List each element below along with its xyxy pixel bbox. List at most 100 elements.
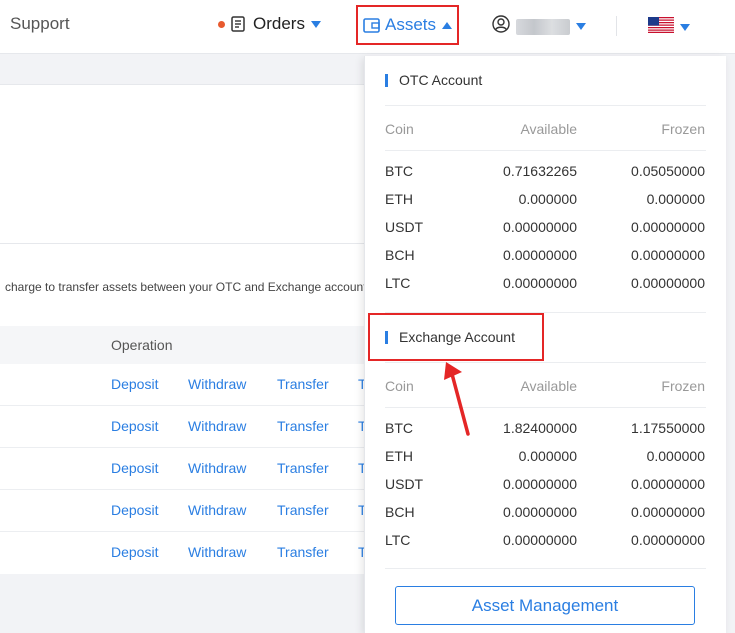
- row-divider: [0, 531, 364, 532]
- row-divider: [0, 405, 364, 406]
- frozen-value: 0.00000000: [631, 476, 705, 492]
- available-value: 0.00000000: [503, 504, 577, 520]
- deposit-link[interactable]: Deposit: [111, 502, 158, 518]
- coin-name: LTC: [385, 275, 411, 291]
- deposit-link[interactable]: Deposit: [111, 376, 158, 392]
- language-selector[interactable]: [648, 17, 690, 38]
- row-divider: [0, 489, 364, 490]
- deposit-link[interactable]: Deposit: [111, 418, 158, 434]
- table-row: Deposit Withdraw Transfer T: [0, 460, 367, 480]
- available-value: 0.00000000: [503, 476, 577, 492]
- frozen-value: 0.000000: [646, 448, 705, 464]
- transfer-link[interactable]: Transfer: [277, 544, 329, 560]
- table-header: [0, 326, 364, 364]
- orders-status-dot: [218, 20, 225, 28]
- coin-name: BTC: [385, 163, 413, 179]
- support-link[interactable]: Support: [10, 14, 70, 34]
- transfer-link[interactable]: Transfer: [277, 460, 329, 476]
- withdraw-link[interactable]: Withdraw: [188, 418, 246, 434]
- transfer-link[interactable]: Transfer: [277, 502, 329, 518]
- available-value: 0.00000000: [503, 532, 577, 548]
- exchange-row: USDT 0.00000000 0.00000000: [385, 476, 705, 494]
- assets-label: Assets: [384, 15, 437, 34]
- available-header: Available: [520, 378, 577, 394]
- otc-row: BCH 0.00000000 0.00000000: [385, 247, 705, 265]
- divider: [385, 150, 706, 151]
- exchange-account-title: Exchange Account: [385, 329, 515, 345]
- frozen-value: 0.00000000: [631, 504, 705, 520]
- coin-header: Coin: [385, 121, 414, 137]
- row-divider: [0, 447, 364, 448]
- available-value: 0.00000000: [503, 219, 577, 235]
- divider: [0, 243, 364, 244]
- available-value: 0.00000000: [503, 275, 577, 291]
- frozen-header: Frozen: [661, 378, 705, 394]
- otc-row: LTC 0.00000000 0.00000000: [385, 275, 705, 293]
- table-row: Deposit Withdraw Transfer T: [0, 544, 367, 564]
- coin-header: Coin: [385, 378, 414, 394]
- otc-row: USDT 0.00000000 0.00000000: [385, 219, 705, 237]
- user-icon: [492, 15, 510, 38]
- coin-name: ETH: [385, 448, 413, 464]
- otc-row: BTC 0.71632265 0.05050000: [385, 163, 705, 181]
- available-header: Available: [520, 121, 577, 137]
- frozen-value: 1.17550000: [631, 420, 705, 436]
- divider: [385, 105, 706, 106]
- transfer-hint-text: charge to transfer assets between your O…: [5, 280, 364, 294]
- divider: [385, 568, 706, 569]
- frozen-value: 0.00000000: [631, 219, 705, 235]
- coin-name: ETH: [385, 191, 413, 207]
- nav-divider: [616, 16, 617, 36]
- coin-name: USDT: [385, 219, 424, 235]
- exchange-row: BTC 1.82400000 1.17550000: [385, 420, 705, 438]
- red-arrow-icon: [444, 362, 470, 436]
- user-menu[interactable]: [492, 15, 586, 38]
- coin-name: LTC: [385, 532, 411, 548]
- chevron-down-icon: [680, 24, 690, 31]
- withdraw-link[interactable]: Withdraw: [188, 460, 246, 476]
- exchange-account-label: Exchange Account: [399, 329, 515, 345]
- frozen-value: 0.00000000: [631, 247, 705, 263]
- withdraw-link[interactable]: Withdraw: [188, 544, 246, 560]
- asset-management-button[interactable]: Asset Management: [395, 586, 695, 625]
- chevron-down-icon: [576, 23, 586, 30]
- orders-doc-icon: [231, 16, 245, 32]
- available-value: 1.82400000: [503, 420, 577, 436]
- assets-dropdown: OTC Account Coin Available Frozen BTC 0.…: [364, 56, 726, 633]
- transfer-link[interactable]: Transfer: [277, 376, 329, 392]
- deposit-link[interactable]: Deposit: [111, 544, 158, 560]
- operation-column-header: Operation: [111, 337, 173, 353]
- assets-menu[interactable]: Assets: [356, 5, 459, 45]
- deposit-link[interactable]: Deposit: [111, 460, 158, 476]
- frozen-value: 0.00000000: [631, 275, 705, 291]
- frozen-value: 0.000000: [646, 191, 705, 207]
- divider: [0, 84, 364, 85]
- wallet-icon: [363, 17, 380, 33]
- coin-name: BTC: [385, 420, 413, 436]
- exchange-row: ETH 0.000000 0.000000: [385, 448, 705, 466]
- frozen-value: 0.05050000: [631, 163, 705, 179]
- us-flag-icon: [648, 17, 674, 38]
- table-row: Deposit Withdraw Transfer T: [0, 502, 367, 522]
- otc-row: ETH 0.000000 0.000000: [385, 191, 705, 209]
- orders-menu[interactable]: Orders: [218, 14, 321, 34]
- available-value: 0.00000000: [503, 247, 577, 263]
- otc-column-headers: Coin Available Frozen: [385, 121, 705, 139]
- chevron-up-icon: [442, 21, 453, 29]
- table-row: Deposit Withdraw Transfer T: [0, 418, 367, 438]
- withdraw-link[interactable]: Withdraw: [188, 376, 246, 392]
- frozen-header: Frozen: [661, 121, 705, 137]
- divider: [385, 407, 706, 408]
- table-row: Deposit Withdraw Transfer T: [0, 376, 367, 396]
- coin-name: BCH: [385, 504, 415, 520]
- otc-account-title: OTC Account: [385, 72, 482, 88]
- transfer-link[interactable]: Transfer: [277, 418, 329, 434]
- username-blurred: [516, 18, 570, 35]
- withdraw-link[interactable]: Withdraw: [188, 502, 246, 518]
- available-value: 0.000000: [518, 191, 577, 207]
- otc-account-label: OTC Account: [399, 72, 483, 88]
- exchange-row: BCH 0.00000000 0.00000000: [385, 504, 705, 522]
- exchange-row: LTC 0.00000000 0.00000000: [385, 532, 705, 550]
- section-marker: [385, 73, 388, 87]
- frozen-value: 0.00000000: [631, 532, 705, 548]
